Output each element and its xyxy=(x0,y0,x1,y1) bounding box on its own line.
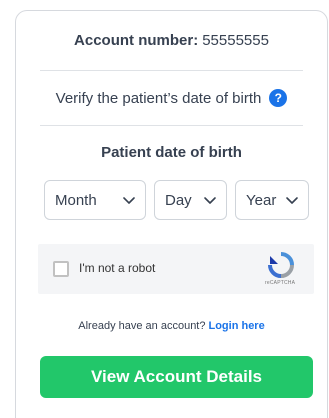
day-select-value: Day xyxy=(165,191,192,209)
recaptcha-widget: I'm not a robot reCAPTCHA xyxy=(38,244,314,294)
chevron-down-icon xyxy=(123,197,135,204)
verify-dob-row: Verify the patient’s date of birth ? xyxy=(16,71,327,125)
help-icon[interactable]: ? xyxy=(269,89,288,107)
year-select-value: Year xyxy=(246,191,277,209)
divider xyxy=(40,125,303,126)
month-select[interactable]: Month xyxy=(44,180,146,220)
month-select-value: Month xyxy=(55,191,97,209)
recaptcha-checkbox[interactable] xyxy=(53,261,69,277)
view-account-details-button[interactable]: View Account Details xyxy=(40,356,313,398)
login-link[interactable]: Login here xyxy=(208,320,264,332)
day-select[interactable]: Day xyxy=(154,180,227,220)
verify-dob-text: Verify the patient’s date of birth xyxy=(55,89,262,107)
account-number-row: Account number: 55555555 xyxy=(16,11,327,70)
login-prompt-text: Already have an account? xyxy=(78,320,206,332)
chevron-down-icon xyxy=(286,197,298,204)
recaptcha-brand: reCAPTCHA xyxy=(265,280,296,286)
verification-card: Account number: 55555555 Verify the pati… xyxy=(15,10,328,418)
recaptcha-logo-icon xyxy=(268,252,294,278)
account-number-value: 55555555 xyxy=(202,32,269,49)
recaptcha-label: I'm not a robot xyxy=(79,261,156,275)
chevron-down-icon xyxy=(204,197,216,204)
account-number-label: Account number: xyxy=(74,32,199,49)
dob-title: Patient date of birth xyxy=(101,144,242,161)
year-select[interactable]: Year xyxy=(235,180,309,220)
login-prompt: Already have an account? Login here xyxy=(16,320,327,332)
